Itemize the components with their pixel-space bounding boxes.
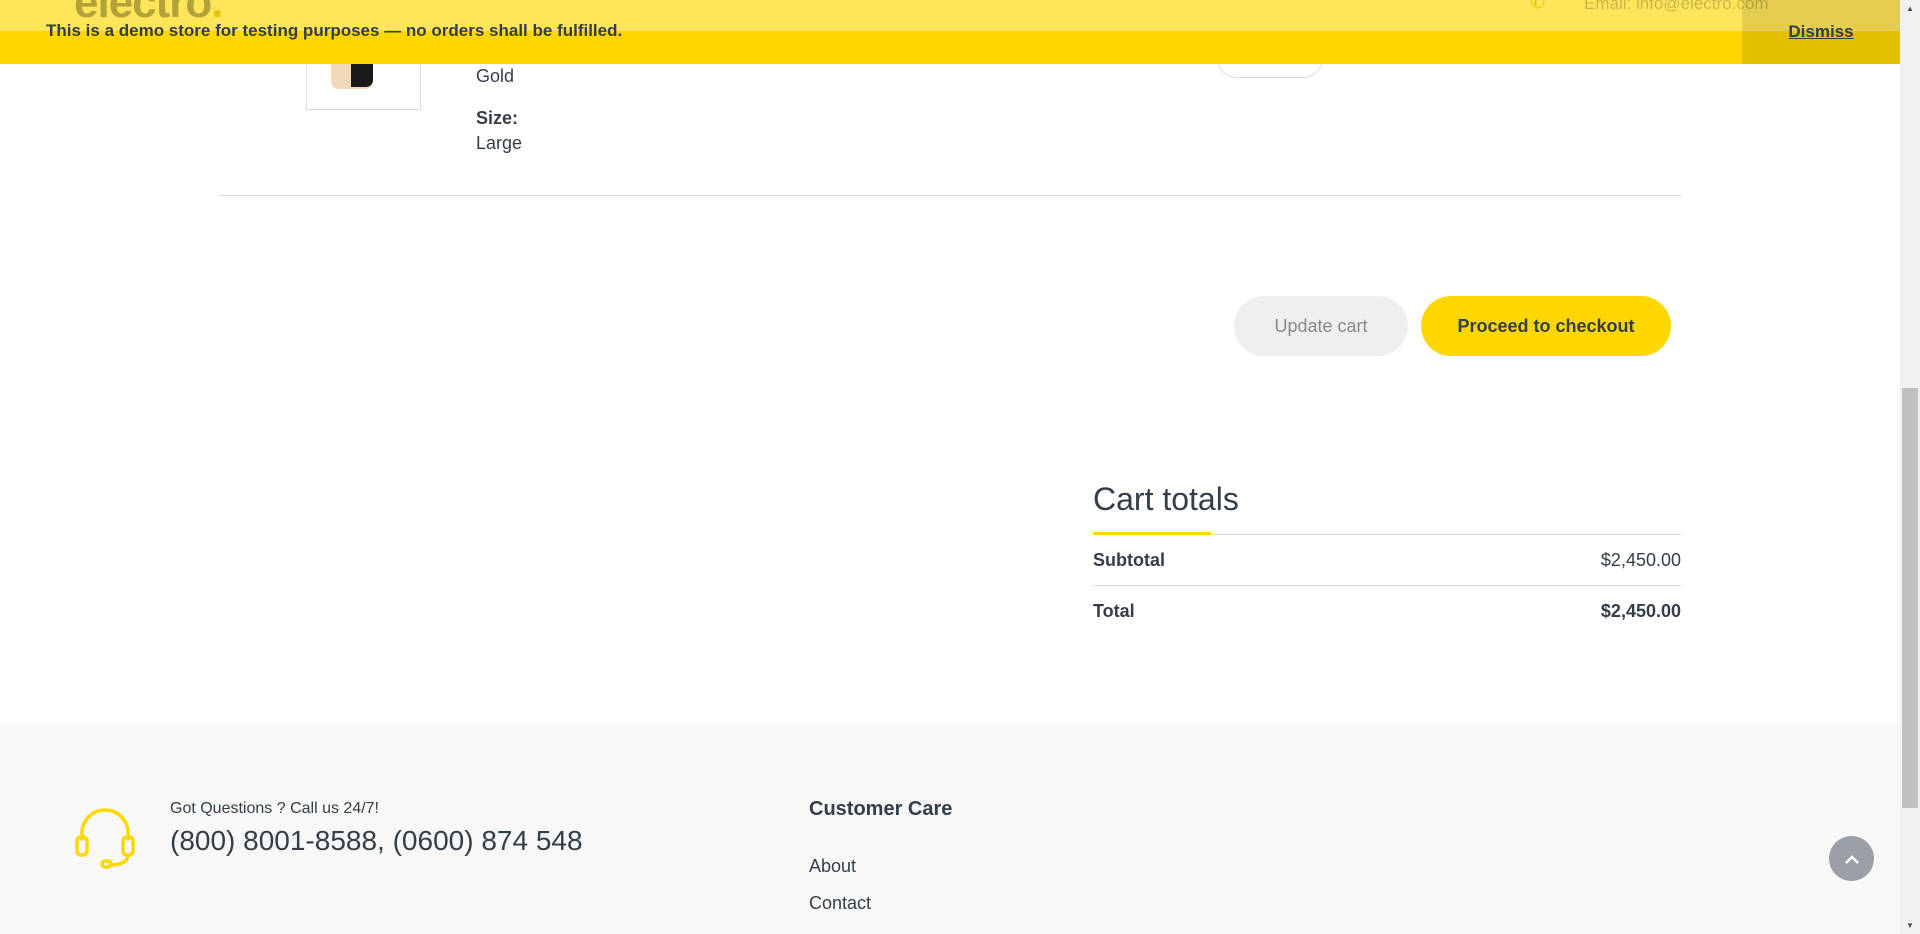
headset-icon — [75, 808, 135, 869]
size-variation-label: Size: — [476, 108, 519, 128]
scrollbar-thumb[interactable] — [1902, 388, 1918, 808]
cart-totals: Cart totals Subtotal $2,450.00 Total $2,… — [1093, 470, 1681, 637]
color-variation-value: Gold — [476, 66, 515, 86]
subtotal-label: Subtotal — [1093, 549, 1165, 570]
update-cart-button[interactable]: Update cart — [1234, 296, 1408, 356]
total-value: $2,450.00 — [1600, 601, 1681, 621]
header-email: Email: info@electro.com — [1584, 0, 1769, 13]
total-label: Total — [1093, 601, 1135, 621]
proceed-to-checkout-button[interactable]: Proceed to checkout — [1421, 296, 1671, 356]
customer-care-heading: Customer Care — [809, 798, 953, 820]
scroll-up-arrow-icon[interactable]: ▲ — [1900, 0, 1920, 17]
site-footer: Got Questions ? Call us 24/7! (800) 8001… — [0, 723, 1900, 934]
total-row: Total $2,450.00 — [1093, 586, 1681, 637]
support-phone: (800) 8001-8588, (0600) 874 548 — [170, 825, 583, 856]
size-variation-value: Large — [476, 133, 523, 153]
footer-link-contact[interactable]: Contact — [809, 893, 871, 914]
scroll-down-arrow-icon[interactable]: ▼ — [1900, 917, 1920, 934]
subtotal-row: Subtotal $2,450.00 — [1093, 535, 1681, 586]
footer-link-about[interactable]: About — [809, 856, 856, 877]
back-to-top-button[interactable] — [1829, 836, 1874, 881]
cart-totals-heading: Cart totals — [1093, 470, 1681, 535]
cart-item-divider — [218, 195, 1681, 196]
dismiss-link[interactable]: Dismiss — [1742, 0, 1900, 64]
phone-icon: ✆ — [1530, 0, 1546, 12]
vertical-scrollbar[interactable]: ▲ ▼ — [1900, 0, 1920, 934]
demo-store-notice: electro. ✆ Email: info@electro.com This … — [0, 0, 1900, 64]
support-label: Got Questions ? Call us 24/7! — [170, 800, 379, 817]
subtotal-value: $2,450.00 — [1600, 549, 1681, 570]
demo-notice-text: This is a demo store for testing purpose… — [46, 21, 623, 40]
chevron-up-icon — [1844, 854, 1859, 864]
